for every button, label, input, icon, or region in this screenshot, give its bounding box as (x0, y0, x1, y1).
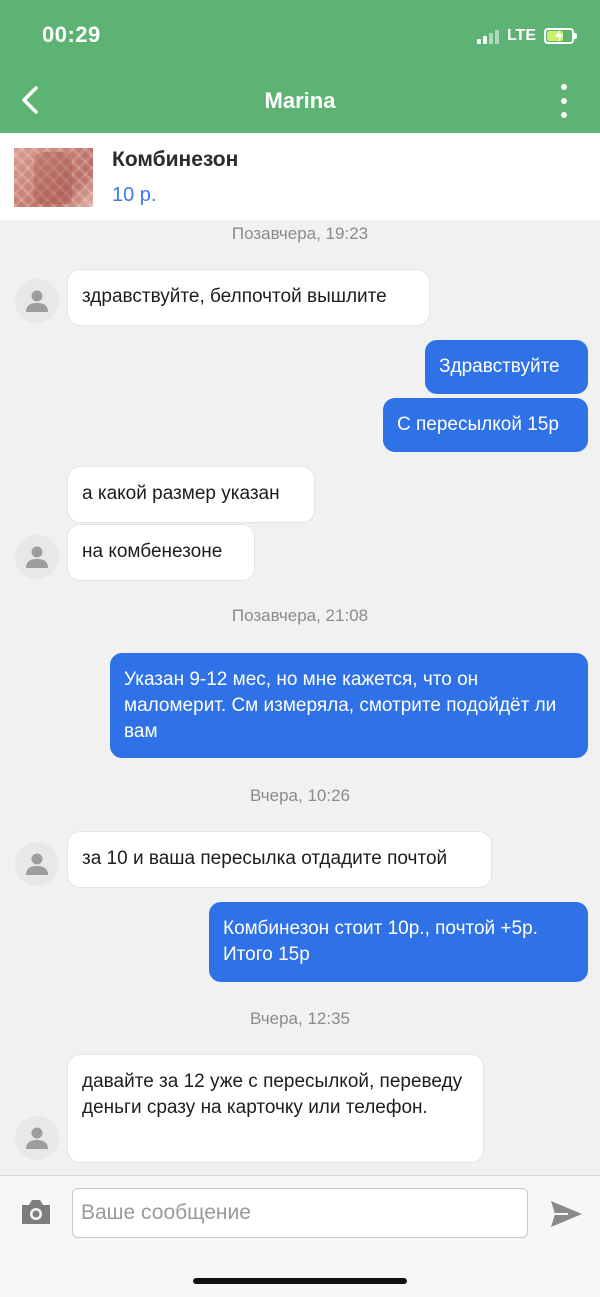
signal-icon (476, 28, 499, 44)
dot-icon (561, 84, 567, 90)
date-separator: Вчера, 10:26 (250, 786, 350, 805)
avatar[interactable] (15, 842, 59, 886)
outgoing-message[interactable]: С пересылкой 15р (383, 398, 588, 452)
home-indicator (193, 1278, 407, 1284)
battery-icon (544, 28, 577, 44)
outgoing-message[interactable]: Здравствуйте (425, 340, 588, 394)
date-separator: Вчера, 12:35 (250, 1009, 350, 1028)
user-icon (26, 546, 48, 568)
user-icon (26, 290, 48, 312)
status-indicators: LTE (476, 24, 577, 48)
avatar[interactable] (15, 535, 59, 579)
user-icon (26, 1127, 48, 1149)
dot-icon (561, 98, 567, 104)
outgoing-message[interactable]: Комбинезон стоит 10р., почтой +5р. Итого… (209, 902, 588, 982)
user-icon (26, 853, 48, 875)
camera-icon (22, 1200, 50, 1224)
send-icon (551, 1201, 582, 1227)
outgoing-message[interactable]: Указан 9-12 мес, но мне кажется, что он … (110, 653, 588, 758)
date-separator: Позавчера, 21:08 (231, 606, 369, 625)
avatar[interactable] (15, 1116, 59, 1160)
incoming-message[interactable]: давайте за 12 уже с пересылкой, переведу… (68, 1055, 483, 1162)
incoming-message[interactable]: а какой размер указан (68, 467, 314, 522)
incoming-message[interactable]: на комбенезоне (68, 525, 254, 580)
camera-button[interactable] (19, 1196, 53, 1228)
incoming-message[interactable]: здравствуйте, белпочтой вышлите (68, 270, 429, 325)
network-type: LTE (506, 27, 536, 44)
status-time: 00:29 (42, 22, 101, 47)
more-options-button[interactable] (558, 84, 570, 118)
product-name: Комбинезон (112, 148, 239, 171)
product-thumbnail[interactable] (14, 148, 93, 207)
chat-title: Marina (264, 88, 336, 113)
dot-icon (561, 112, 567, 118)
chat-screen: 00:29 LTE Marina Комбинезон 10 р. Позавч… (0, 0, 600, 1297)
incoming-message[interactable]: за 10 и ваша пересылка отдадите почтой (68, 832, 491, 887)
send-button[interactable] (548, 1198, 584, 1230)
product-card[interactable] (0, 133, 600, 220)
app-header: 00:29 LTE Marina (0, 0, 600, 133)
message-input[interactable] (72, 1188, 528, 1238)
avatar[interactable] (15, 279, 59, 323)
product-price: 10 р. (112, 184, 157, 206)
date-separator: Позавчера, 19:23 (231, 224, 369, 243)
